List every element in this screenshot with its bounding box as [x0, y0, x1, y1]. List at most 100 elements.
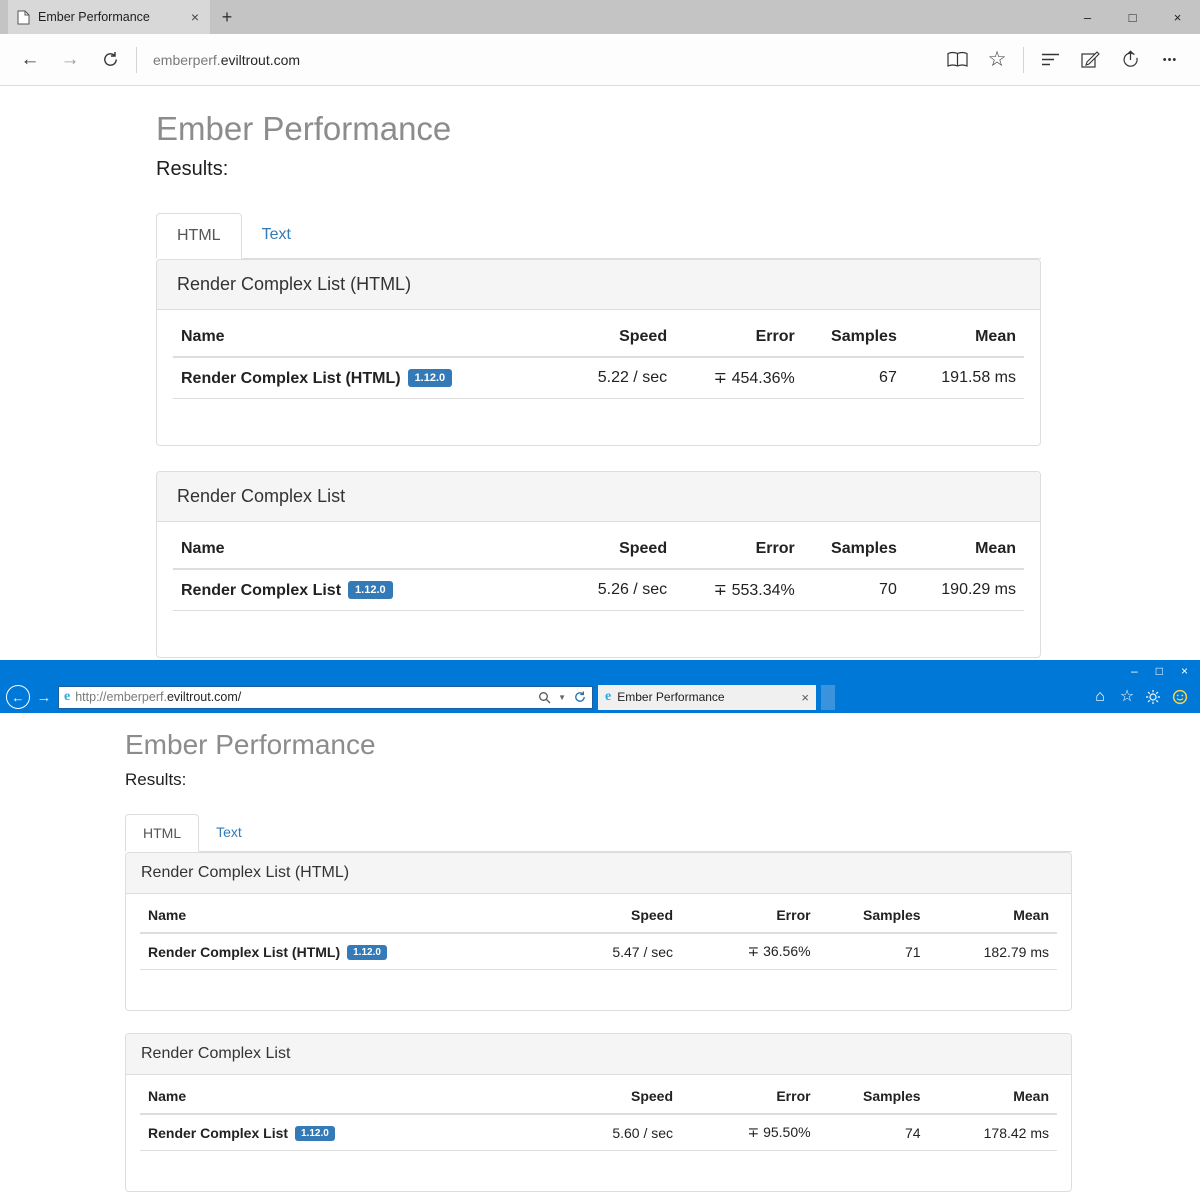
browser-tab[interactable]: Ember Performance × — [8, 0, 210, 34]
ie-page-content: Ember Performance Results: HTML Text Ren… — [0, 713, 1200, 1192]
ie-browser-window: – □ × ← → e http://emberperf.eviltrout.c… — [0, 660, 1200, 1194]
feedback-smiley-icon[interactable] — [1172, 689, 1190, 705]
tab-close-icon[interactable]: × — [801, 690, 809, 705]
dropdown-caret-icon[interactable]: ▼ — [558, 693, 566, 702]
minimize-button[interactable]: – — [1131, 664, 1138, 678]
maximize-button[interactable]: □ — [1156, 664, 1163, 678]
forward-button[interactable]: → — [50, 40, 90, 80]
share-icon[interactable] — [1110, 40, 1150, 80]
ie-address-bar: ← → e http://emberperf.eviltrout.com/ ▼ … — [6, 684, 1194, 710]
benchmark-row: Render Complex List (HTML) 1.12.0 5.47 / … — [140, 933, 1057, 970]
benchmark-table: Name Speed Error Samples Mean Render Com… — [140, 1079, 1057, 1151]
col-name: Name — [173, 530, 514, 570]
settings-gear-icon[interactable] — [1145, 689, 1163, 705]
url-field[interactable]: e http://emberperf.eviltrout.com/ ▼ — [58, 685, 593, 709]
col-samples: Samples — [802, 318, 905, 358]
close-button[interactable]: × — [1155, 0, 1200, 34]
version-badge: 1.12.0 — [347, 944, 387, 960]
samples-value: 67 — [802, 357, 905, 399]
speed-value: 5.47 / sec — [506, 933, 682, 970]
back-button[interactable]: ← — [10, 40, 50, 80]
edge-tab-bar: Ember Performance × + – □ × — [0, 0, 1200, 34]
page-title: Ember Performance — [125, 729, 376, 760]
tab-html[interactable]: HTML — [156, 213, 242, 259]
error-value: ∓ 95.50% — [681, 1114, 819, 1151]
new-tab-button[interactable] — [821, 684, 835, 710]
col-speed: Speed — [513, 318, 676, 358]
new-tab-button[interactable]: + — [210, 0, 244, 34]
benchmark-table: Name Speed Error Samples Mean Render Com… — [173, 318, 1024, 399]
col-error: Error — [681, 1079, 819, 1115]
more-actions-icon[interactable]: ••• — [1150, 40, 1190, 80]
error-value: ∓ 553.34% — [675, 569, 803, 611]
favorites-star-icon[interactable]: ☆ — [977, 40, 1017, 80]
version-badge: 1.12.0 — [348, 580, 393, 599]
edge-page-content: Ember Performance Results: HTML Text Ren… — [0, 86, 1200, 658]
edge-toolbar-icons: ☆ ••• — [937, 40, 1190, 80]
tab-close-icon[interactable]: × — [189, 9, 201, 25]
benchmark-panel-html: Render Complex List (HTML) Name Speed Er… — [156, 259, 1041, 446]
url-prefix: http://emberperf. — [75, 690, 167, 704]
speed-value: 5.60 / sec — [506, 1114, 682, 1151]
col-error: Error — [675, 530, 803, 570]
page-title: Ember Performance — [156, 110, 452, 147]
benchmark-row: Render Complex List 1.12.0 5.60 / sec ∓ 9… — [140, 1114, 1057, 1151]
url-domain: eviltrout.com — [220, 51, 301, 68]
refresh-button[interactable] — [573, 690, 587, 704]
window-controls: – □ × — [1131, 664, 1188, 678]
mean-value: 190.29 ms — [904, 569, 1024, 611]
maximize-button[interactable]: □ — [1110, 0, 1155, 34]
col-samples: Samples — [818, 898, 929, 934]
url-domain: eviltrout.com/ — [166, 690, 242, 704]
col-samples: Samples — [802, 530, 905, 570]
col-mean: Mean — [928, 1079, 1057, 1115]
url-text[interactable]: emberperf.eviltrout.com — [153, 52, 300, 68]
hub-icon[interactable] — [1030, 40, 1070, 80]
error-value: ∓ 36.56% — [681, 933, 819, 970]
tab-text[interactable]: Text — [242, 213, 311, 258]
error-value: ∓ 454.36% — [675, 357, 803, 399]
tab-title: Ember Performance — [617, 690, 725, 704]
refresh-button[interactable] — [90, 40, 130, 80]
browser-tab[interactable]: e Ember Performance × — [598, 684, 816, 710]
benchmark-panel-html: Render Complex List (HTML) Name Speed Er… — [125, 852, 1072, 1011]
edge-address-bar: ← → emberperf.eviltrout.com ☆ ••• — [0, 34, 1200, 86]
col-name: Name — [173, 318, 514, 358]
ie-toolbar-icons: ⌂ ☆ — [1091, 689, 1194, 705]
col-name: Name — [140, 898, 507, 934]
panel-title: Render Complex List — [157, 472, 1040, 522]
benchmark-table: Name Speed Error Samples Mean Render Com… — [173, 530, 1024, 611]
tab-title: Ember Performance — [38, 10, 150, 24]
divider — [136, 46, 137, 73]
ie-title-bar: – □ × ← → e http://emberperf.eviltrout.c… — [0, 660, 1200, 713]
speed-value: 5.26 / sec — [513, 569, 676, 611]
benchmark-panel-list: Render Complex List Name Speed Error Sam… — [125, 1033, 1072, 1192]
version-badge: 1.12.0 — [407, 368, 453, 387]
web-note-icon[interactable] — [1070, 40, 1110, 80]
col-error: Error — [681, 898, 819, 934]
forward-button[interactable]: → — [35, 689, 53, 706]
home-icon[interactable]: ⌂ — [1091, 689, 1109, 705]
panel-title: Render Complex List — [126, 1034, 1071, 1075]
col-name: Name — [140, 1079, 507, 1115]
benchmark-table: Name Speed Error Samples Mean Render Com… — [140, 898, 1057, 970]
minimize-button[interactable]: – — [1065, 0, 1110, 34]
samples-value: 74 — [818, 1114, 929, 1151]
reading-view-icon[interactable] — [937, 40, 977, 80]
page-favicon-icon — [17, 10, 30, 25]
result-tabs: HTML Text — [156, 213, 1041, 259]
favorites-star-icon[interactable]: ☆ — [1118, 689, 1136, 705]
benchmark-row: Render Complex List (HTML) 1.12.0 5.22 / … — [173, 357, 1024, 399]
col-mean: Mean — [928, 898, 1057, 934]
tab-text[interactable]: Text — [199, 814, 259, 851]
benchmark-panel-list: Render Complex List Name Speed Error Sam… — [156, 471, 1041, 658]
close-button[interactable]: × — [1181, 664, 1188, 678]
result-tabs: HTML Text — [125, 814, 1072, 852]
samples-value: 70 — [802, 569, 905, 611]
tab-html[interactable]: HTML — [125, 814, 200, 852]
back-button[interactable]: ← — [6, 685, 30, 709]
col-speed: Speed — [513, 530, 676, 570]
benchmark-name: Render Complex List — [148, 1124, 289, 1141]
col-samples: Samples — [818, 1079, 929, 1115]
search-icon[interactable] — [538, 691, 551, 704]
